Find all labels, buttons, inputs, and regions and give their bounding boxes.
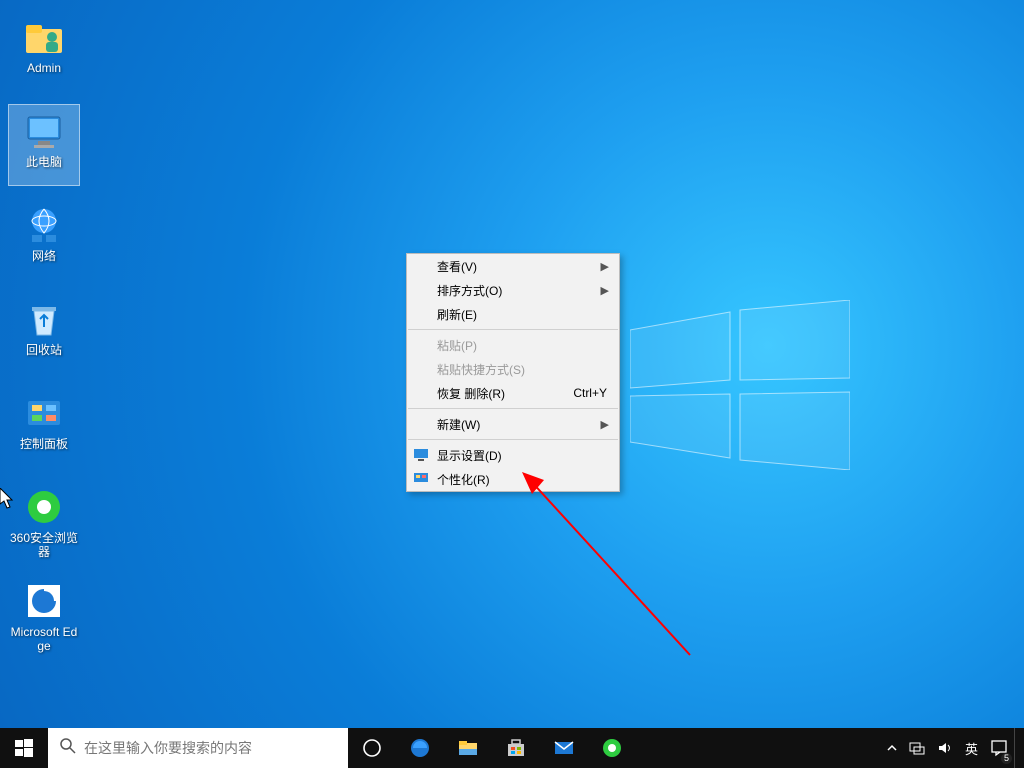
tray-action-center[interactable]: 5 — [984, 728, 1014, 768]
volume-icon — [937, 740, 953, 756]
user-folder-icon — [22, 15, 66, 59]
cortana-icon — [362, 738, 382, 758]
taskbar-edge[interactable] — [396, 728, 444, 768]
desktop-icon-label: 360安全浏览器 — [9, 531, 79, 559]
desktop-icon-network[interactable]: 网络 — [8, 198, 80, 280]
taskbar: 在这里输入你要搜索的内容 英 5 — [0, 728, 1024, 768]
menu-label: 新建(W) — [437, 416, 480, 433]
store-icon — [505, 737, 527, 759]
display-icon — [413, 447, 429, 463]
desktop-icon-label: 此电脑 — [26, 155, 62, 169]
desktop-icon-admin[interactable]: Admin — [8, 10, 80, 92]
360-browser-icon — [601, 737, 623, 759]
cursor-icon — [0, 488, 16, 510]
desktop-icon-label: 控制面板 — [20, 437, 68, 451]
menu-separator — [408, 329, 618, 330]
notification-badge: 5 — [1001, 753, 1012, 764]
chevron-right-icon: ▶ — [601, 418, 609, 431]
start-button[interactable] — [0, 728, 48, 768]
menu-label: 个性化(R) — [437, 471, 490, 488]
tray-volume[interactable] — [931, 728, 959, 768]
taskbar-mail[interactable] — [540, 728, 588, 768]
chevron-right-icon: ▶ — [601, 284, 609, 297]
menu-item-new[interactable]: 新建(W) ▶ — [407, 412, 619, 436]
tray-overflow[interactable] — [881, 728, 903, 768]
desktop-icons: Admin 此电脑 网络 回收站 控制面板 360安全浏览器 M — [8, 10, 88, 668]
desktop-icon-this-pc[interactable]: 此电脑 — [8, 104, 80, 186]
network-tray-icon — [909, 740, 925, 756]
menu-item-display-settings[interactable]: 显示设置(D) — [407, 443, 619, 467]
chevron-up-icon — [887, 743, 897, 753]
system-tray: 英 5 — [881, 728, 1024, 768]
menu-label: 恢复 删除(R) — [437, 385, 505, 402]
control-panel-icon — [22, 391, 66, 435]
this-pc-icon — [22, 109, 66, 153]
mail-icon — [553, 737, 575, 759]
taskbar-file-explorer[interactable] — [444, 728, 492, 768]
menu-label: 显示设置(D) — [437, 447, 502, 464]
chevron-right-icon: ▶ — [601, 260, 609, 273]
personalize-icon — [413, 471, 429, 487]
search-icon — [60, 738, 76, 759]
desktop-icon-label: Admin — [27, 61, 61, 75]
menu-shortcut: Ctrl+Y — [573, 386, 607, 400]
desktop-icon-360-browser[interactable]: 360安全浏览器 — [8, 480, 80, 562]
search-placeholder: 在这里输入你要搜索的内容 — [84, 738, 252, 758]
360-browser-icon — [22, 485, 66, 529]
show-desktop-button[interactable] — [1014, 728, 1020, 768]
desktop-icon-label: 回收站 — [26, 343, 62, 357]
taskbar-pinned-apps — [348, 728, 636, 768]
menu-item-undo-delete[interactable]: 恢复 删除(R) Ctrl+Y — [407, 381, 619, 405]
tray-network[interactable] — [903, 728, 931, 768]
menu-label: 刷新(E) — [437, 306, 477, 323]
taskbar-store[interactable] — [492, 728, 540, 768]
tray-ime[interactable]: 英 — [959, 728, 984, 768]
recycle-bin-icon — [22, 297, 66, 341]
menu-item-sort[interactable]: 排序方式(O) ▶ — [407, 278, 619, 302]
menu-label: 粘贴(P) — [437, 337, 477, 354]
desktop-icon-control-panel[interactable]: 控制面板 — [8, 386, 80, 468]
windows-logo-wallpaper — [630, 300, 850, 470]
ime-label: 英 — [965, 739, 978, 758]
menu-label: 排序方式(O) — [437, 282, 502, 299]
edge-icon — [22, 579, 66, 623]
desktop-icon-label: Microsoft Edge — [9, 625, 79, 653]
menu-label: 粘贴快捷方式(S) — [437, 361, 525, 378]
menu-separator — [408, 408, 618, 409]
desktop-context-menu: 查看(V) ▶ 排序方式(O) ▶ 刷新(E) 粘贴(P) 粘贴快捷方式(S) 恢复… — [406, 253, 620, 492]
desktop-icon-label: 网络 — [32, 249, 56, 263]
desktop-icon-recycle-bin[interactable]: 回收站 — [8, 292, 80, 374]
desktop-icon-edge[interactable]: Microsoft Edge — [8, 574, 80, 656]
menu-item-paste: 粘贴(P) — [407, 333, 619, 357]
annotation-arrow — [520, 470, 700, 660]
edge-icon — [409, 737, 431, 759]
file-explorer-icon — [457, 737, 479, 759]
taskbar-search[interactable]: 在这里输入你要搜索的内容 — [48, 728, 348, 768]
menu-label: 查看(V) — [437, 258, 477, 275]
taskbar-cortana[interactable] — [348, 728, 396, 768]
windows-start-icon — [15, 739, 33, 757]
menu-item-personalize[interactable]: 个性化(R) — [407, 467, 619, 491]
menu-separator — [408, 439, 618, 440]
menu-item-paste-shortcut: 粘贴快捷方式(S) — [407, 357, 619, 381]
menu-item-view[interactable]: 查看(V) ▶ — [407, 254, 619, 278]
menu-item-refresh[interactable]: 刷新(E) — [407, 302, 619, 326]
network-icon — [22, 203, 66, 247]
taskbar-360-browser[interactable] — [588, 728, 636, 768]
